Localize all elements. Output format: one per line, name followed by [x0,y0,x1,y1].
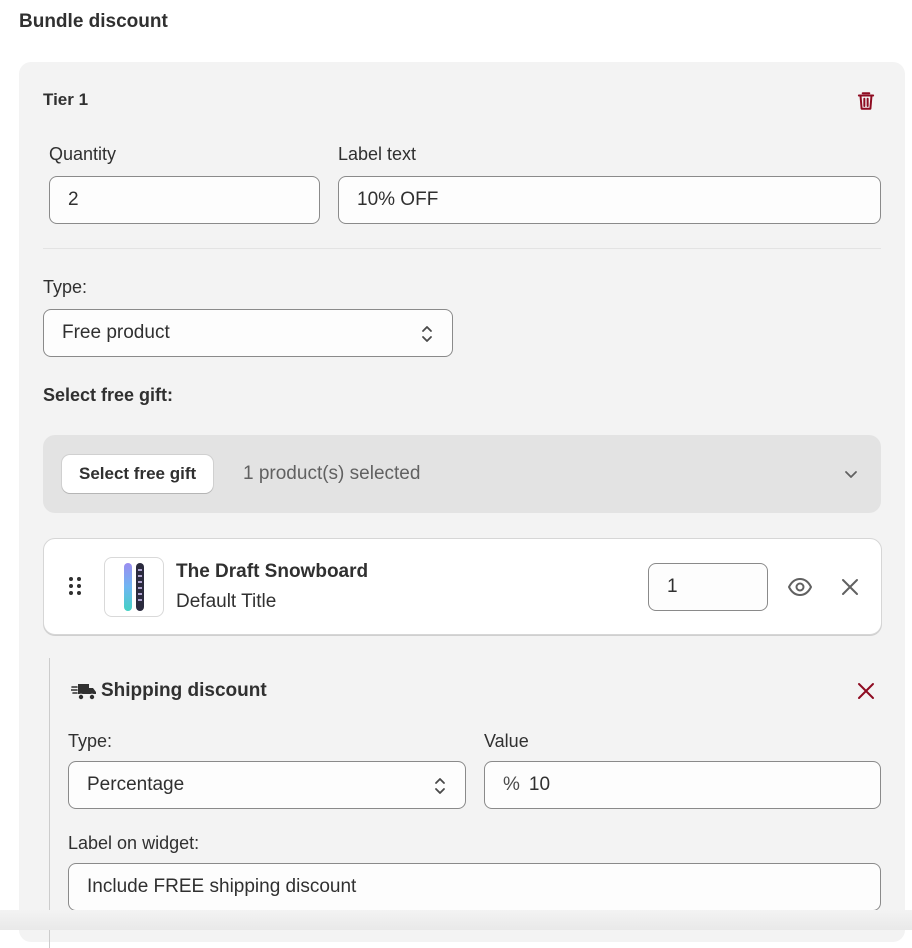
eye-icon[interactable] [787,574,813,600]
shipping-value: 10 [528,774,551,795]
shipping-discount-title: Shipping discount [101,680,267,701]
selected-count: 1 product(s) selected [243,463,421,484]
product-quantity-value: 1 [667,576,678,597]
select-chevrons-icon [435,778,445,794]
label-text-input[interactable]: 10% OFF [338,176,881,224]
delete-tier-button[interactable] [852,87,880,115]
product-variant: Default Title [176,591,277,612]
bottom-fade [0,910,912,930]
type-label: Type: [43,277,88,297]
snowboard-image [124,563,144,611]
tier-card: Tier 1 Quantity 2 Label text 10% OFF Typ… [19,62,905,948]
remove-product-icon[interactable] [839,576,861,598]
close-icon[interactable] [856,681,876,701]
product-quantity-input[interactable]: 1 [648,563,768,611]
product-thumbnail [104,557,164,617]
select-gift-label: Select free gift: [43,385,174,405]
label-text-label: Label text [338,144,417,164]
widget-label-value: Include FREE shipping discount [87,876,357,897]
delivery-truck-icon [71,684,96,701]
percent-prefix: % [503,774,520,795]
label-text-value: 10% OFF [357,189,439,210]
tier-title: Tier 1 [43,90,89,109]
shipping-type-label: Type: [68,731,113,751]
select-free-gift-button[interactable]: Select free gift [62,455,214,493]
shipping-type-value: Percentage [87,774,185,795]
select-chevrons-icon [422,326,432,342]
page-title: Bundle discount [19,11,168,32]
shipping-type-select[interactable]: Percentage [68,761,466,809]
trash-icon [857,92,875,110]
shipping-value-input[interactable]: % 10 [484,761,881,809]
quantity-input[interactable]: 2 [49,176,320,224]
widget-label-input[interactable]: Include FREE shipping discount [68,863,881,911]
shipping-discount-section: Shipping discount Type: Percentage Value… [49,658,882,948]
quantity-label: Quantity [49,144,117,164]
drag-handle-icon[interactable] [68,576,82,596]
shipping-value-label: Value [484,731,529,751]
product-card: The Draft Snowboard Default Title 1 [43,538,882,635]
type-select[interactable]: Free product [43,309,453,357]
chevron-down-icon[interactable] [843,466,859,482]
widget-label: Label on widget: [68,833,200,853]
divider [43,248,881,249]
quantity-value: 2 [68,189,79,210]
gift-selector[interactable]: Select free gift 1 product(s) selected [43,435,881,513]
product-name: The Draft Snowboard [176,561,369,582]
type-select-value: Free product [62,322,170,343]
